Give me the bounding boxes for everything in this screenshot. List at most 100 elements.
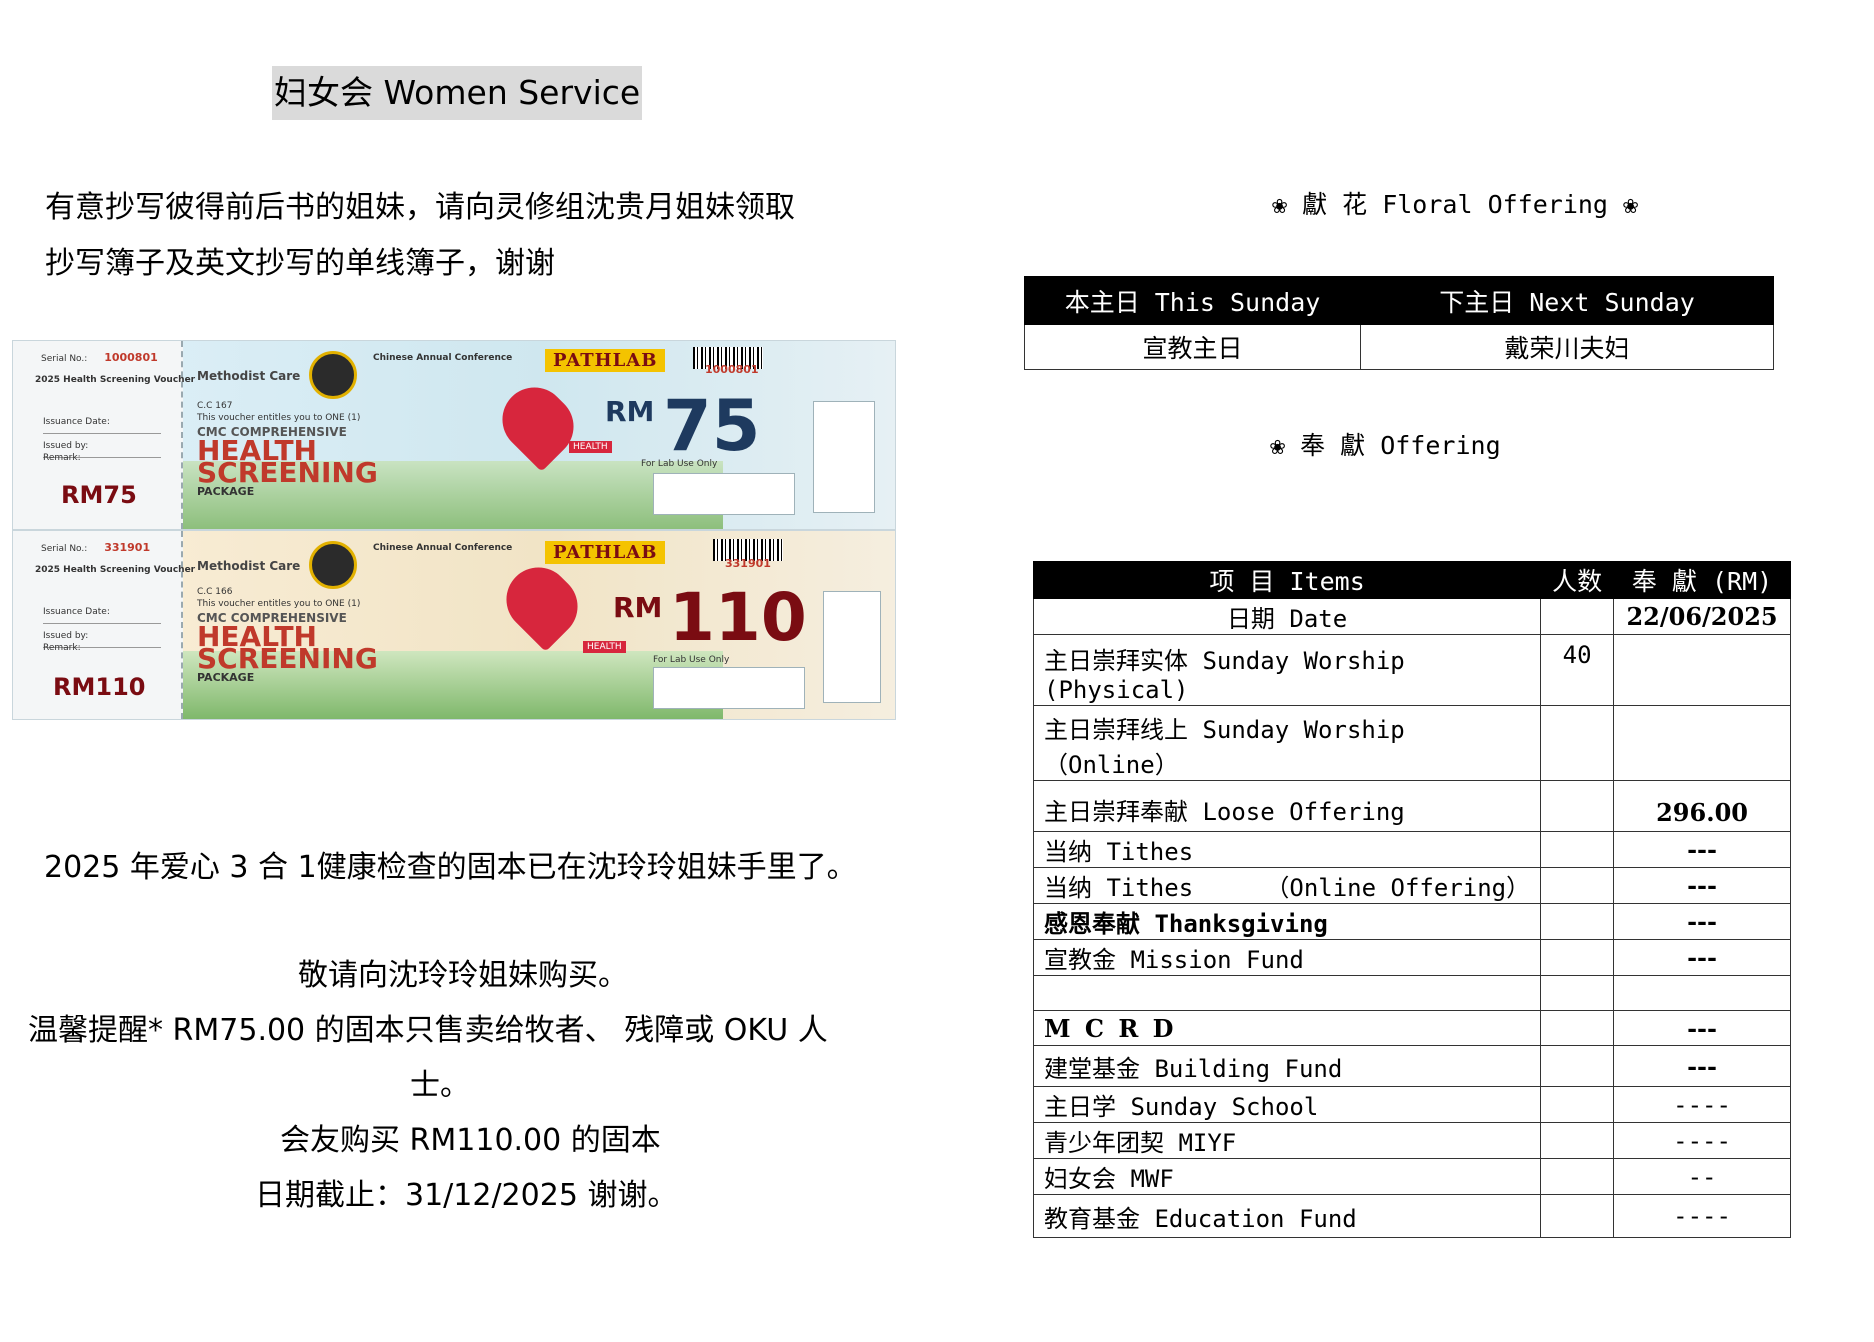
row-count xyxy=(1540,975,1615,1011)
stub-field: Issuance Date: xyxy=(43,417,110,427)
items-header: 项 目 Items xyxy=(1032,561,1542,599)
table-row: M C R D --- xyxy=(1032,1010,1791,1046)
lab-box xyxy=(653,473,795,515)
voucher-rm75: Serial No.: 1000801 2025 Health Screenin… xyxy=(12,340,896,530)
pathlab-logo: PATHLAB xyxy=(545,349,666,372)
brand-name: Methodist Care xyxy=(197,559,301,573)
row-item: 建堂基金 Building Fund xyxy=(1032,1045,1542,1087)
heart-icon xyxy=(493,554,591,652)
row-amount xyxy=(1613,634,1791,706)
lab-use-text: For Lab Use Only xyxy=(653,655,730,665)
serial-number: 1000801 xyxy=(104,351,158,364)
row-count xyxy=(1540,831,1615,868)
row-count xyxy=(1540,1158,1615,1195)
table-row: 主日崇拜线上 Sunday Worship （Online） xyxy=(1032,705,1791,781)
offering-heading: ❀ 奉 獻 Offering xyxy=(1270,431,1501,460)
stub-amount: RM110 xyxy=(53,673,146,701)
lab-stub-box xyxy=(823,591,881,703)
row-amount: --- xyxy=(1613,1010,1791,1046)
table-row: 当纳 Tithes （Online Offering） --- xyxy=(1032,867,1791,904)
table-row: 主日崇拜实体 Sunday Worship (Physical) 40 xyxy=(1032,634,1791,706)
buy-line: 敬请向沈玲玲姐妹购买。 xyxy=(298,958,628,993)
voucher-code: C.C 166 xyxy=(197,587,233,597)
stub-field: Remark: xyxy=(43,643,81,653)
table-row: 教育基金 Education Fund ---- xyxy=(1032,1194,1791,1238)
row-amount: --- xyxy=(1613,903,1791,940)
row-count xyxy=(1540,1010,1615,1046)
row-item: 当纳 Tithes （Online Offering） xyxy=(1032,867,1542,904)
entitles-text: This voucher entitles you to ONE (1) xyxy=(197,413,361,423)
screening-text: SCREENING xyxy=(197,456,378,489)
church-logo xyxy=(309,351,357,399)
row-item: 主日崇拜线上 Sunday Worship （Online） xyxy=(1032,705,1542,781)
row-item: 当纳 Tithes xyxy=(1032,831,1542,868)
conference-name: Chinese Annual Conference xyxy=(373,543,513,553)
row-amount: --- xyxy=(1613,939,1791,976)
row-amount: --- xyxy=(1613,1045,1791,1087)
reminder-line-1: 温馨提醒* RM75.00 的固本只售卖给牧者、 残障或 OKU 人 xyxy=(28,1013,828,1048)
row-item: 日期 Date xyxy=(1032,598,1542,635)
health-badge: HEALTH xyxy=(583,641,626,653)
row-amount: ---- xyxy=(1613,1086,1791,1123)
this-sunday-header: 本主日 This Sunday xyxy=(1024,276,1361,325)
stub-amount: RM75 xyxy=(61,481,137,509)
row-count xyxy=(1540,1045,1615,1087)
row-amount: ---- xyxy=(1613,1122,1791,1159)
this-sunday-value: 宣教主日 xyxy=(1024,324,1361,370)
row-count xyxy=(1540,1122,1615,1159)
row-item: 教育基金 Education Fund xyxy=(1032,1194,1542,1238)
lab-use-text: For Lab Use Only xyxy=(641,459,718,469)
voucher-amount: 75 xyxy=(663,385,761,467)
stub-field: Issuance Date: xyxy=(43,607,110,617)
row-amount xyxy=(1613,705,1791,781)
next-sunday-value: 戴荣川夫妇 xyxy=(1360,324,1774,370)
row-count xyxy=(1540,1086,1615,1123)
rm-label: RM xyxy=(605,395,655,428)
row-item xyxy=(1032,975,1542,1011)
table-row: 主日崇拜奉献 Loose Offering 296.00 xyxy=(1032,780,1791,832)
serial-number: 331901 xyxy=(104,541,151,554)
table-row xyxy=(1032,975,1791,1011)
serial-right: 331901 xyxy=(725,557,771,570)
row-amount: --- xyxy=(1613,867,1791,904)
health-check-line: 2025 年爱心 3 合 1健康检查的固本已在沈玲玲姐妹手里了。 xyxy=(44,850,857,885)
serial-label: Serial No.: xyxy=(41,354,88,364)
stub-field: Issued by: xyxy=(43,631,89,641)
row-count xyxy=(1540,598,1615,635)
row-amount xyxy=(1613,975,1791,1011)
voucher-rm110: Serial No.: 331901 2025 Health Screening… xyxy=(12,530,896,720)
notice-line-2: 抄写簿子及英文抄写的单线簿子，谢谢 xyxy=(45,246,555,281)
rm-label: RM xyxy=(613,591,663,624)
floral-offering-heading: ❀ 獻 花 Floral Offering ❀ xyxy=(1272,190,1639,219)
screening-text: SCREENING xyxy=(197,642,378,675)
lab-stub-box xyxy=(813,401,875,513)
row-item: 主日学 Sunday School xyxy=(1032,1086,1542,1123)
row-item: M C R D xyxy=(1032,1010,1542,1046)
table-row: 日期 Date 22/06/2025 xyxy=(1032,598,1791,635)
table-row: 建堂基金 Building Fund --- xyxy=(1032,1045,1791,1087)
voucher-heading: 2025 Health Screening Voucher xyxy=(35,565,196,575)
voucher-stub: Serial No.: 331901 2025 Health Screening… xyxy=(13,531,195,719)
stub-field: Issued by: xyxy=(43,441,89,451)
floral-offering-table: 本主日 This Sunday 下主日 Next Sunday 宣教主日 戴荣川… xyxy=(1024,276,1774,370)
voucher-heading: 2025 Health Screening Voucher xyxy=(35,375,196,385)
row-count xyxy=(1540,867,1615,904)
row-amount: -- xyxy=(1613,1158,1791,1195)
offering-table: 项 目 Items 人数 奉 獻 (RM) 日期 Date 22/06/2025… xyxy=(1032,561,1791,1238)
row-item: 宣教金 Mission Fund xyxy=(1032,939,1542,976)
row-count xyxy=(1540,939,1615,976)
church-logo xyxy=(309,541,357,589)
row-count: 40 xyxy=(1540,634,1615,706)
row-item: 妇女会 MWF xyxy=(1032,1158,1542,1195)
next-sunday-header: 下主日 Next Sunday xyxy=(1360,276,1774,325)
table-row: 主日学 Sunday School ---- xyxy=(1032,1086,1791,1123)
table-row: 妇女会 MWF -- xyxy=(1032,1158,1791,1195)
table-row: 宣教金 Mission Fund --- xyxy=(1032,939,1791,976)
package-text: PACKAGE xyxy=(197,671,255,684)
entitles-text: This voucher entitles you to ONE (1) xyxy=(197,599,361,609)
row-amount: ---- xyxy=(1613,1194,1791,1238)
stub-field: Remark: xyxy=(43,453,81,463)
table-row: 感恩奉献 Thanksgiving --- xyxy=(1032,903,1791,940)
member-purchase-line: 会友购买 RM110.00 的固本 xyxy=(280,1123,661,1158)
table-row: 当纳 Tithes --- xyxy=(1032,831,1791,868)
